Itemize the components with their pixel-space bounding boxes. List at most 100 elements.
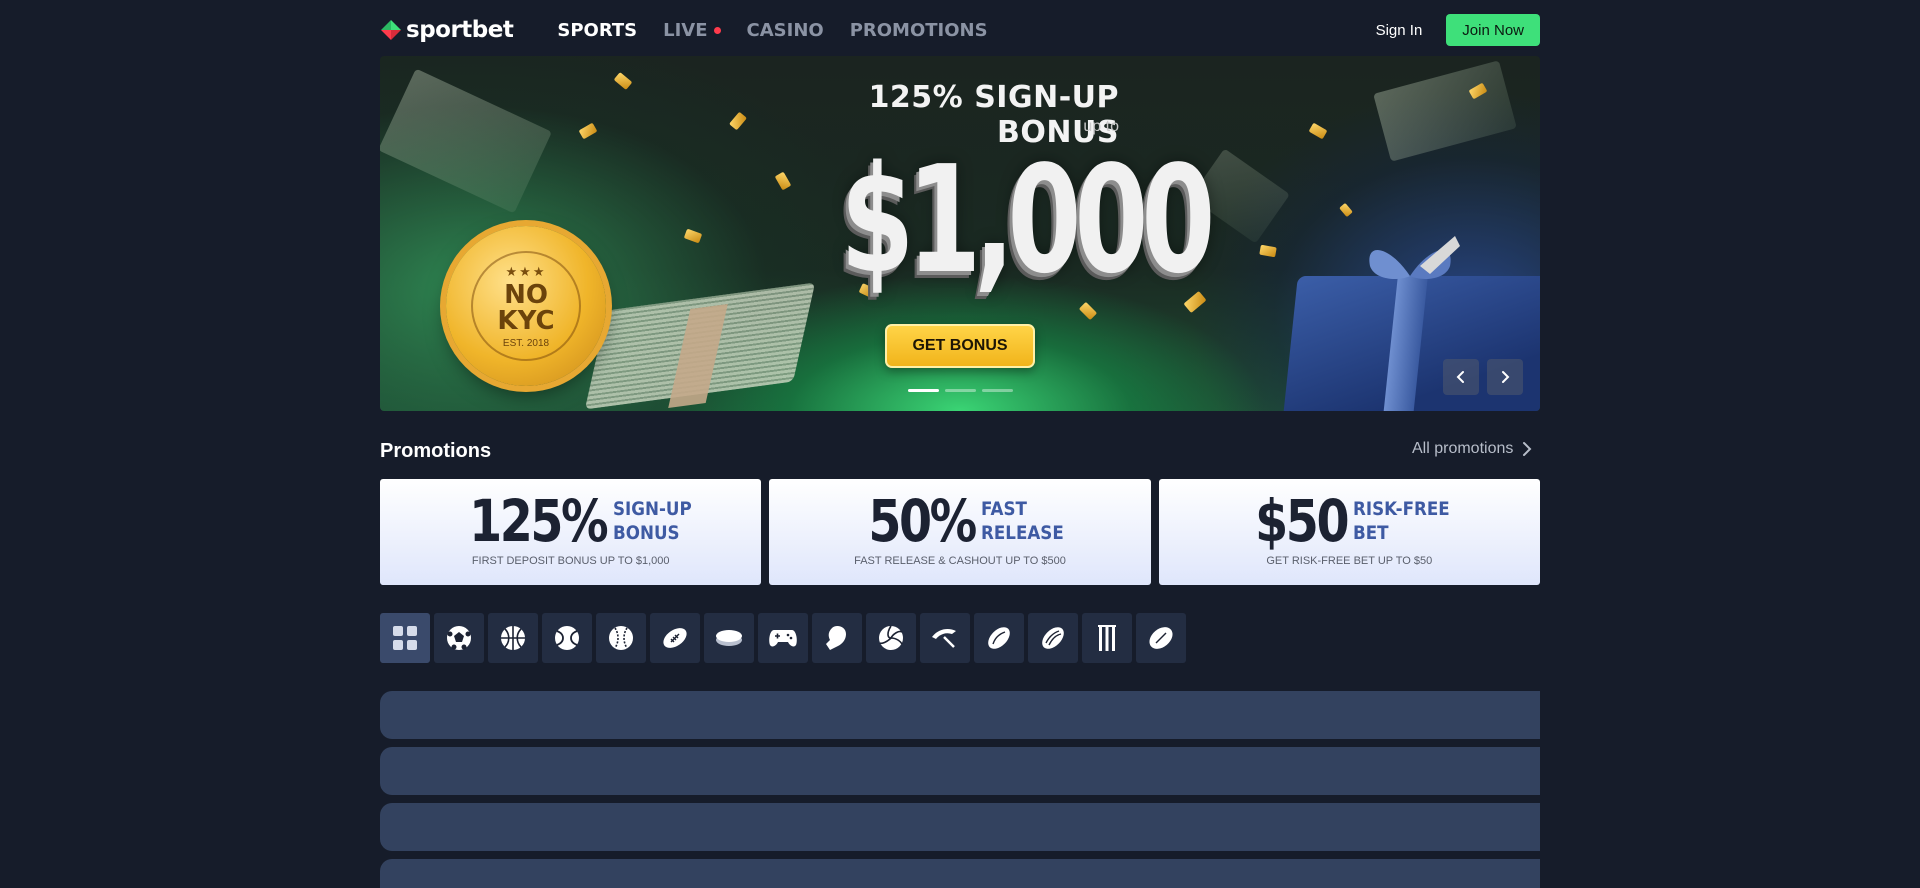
sport-filter-rugby-union[interactable] xyxy=(1028,613,1078,663)
sportbet-logo[interactable]: sportbet xyxy=(380,15,514,45)
sport-filter-tennis[interactable] xyxy=(542,613,592,663)
sport-filter-aussie-rules[interactable] xyxy=(1136,613,1186,663)
nav-casino-label: CASINO xyxy=(746,19,824,41)
sport-filter-boxing[interactable] xyxy=(812,613,862,663)
volleyball-icon xyxy=(879,625,903,650)
promotion-cards: 125% SIGN-UP BONUS FIRST DEPOSIT BONUS UP… xyxy=(380,479,1540,585)
logo-wordmark: sportbet xyxy=(406,17,514,43)
promotions-heading: Promotions xyxy=(380,440,492,462)
nav-sports-label: SPORTS xyxy=(557,19,638,41)
gift-bow-icon xyxy=(1369,236,1460,279)
loading-skeleton-row xyxy=(380,691,1540,739)
badge-inner-ring: ★★★ NO KYC EST. 2018 xyxy=(471,251,581,361)
promo-card-title-line1: SIGN-UP xyxy=(612,498,692,520)
join-now-button[interactable]: Join Now xyxy=(1446,14,1540,46)
nav-casino[interactable]: CASINO xyxy=(747,20,824,41)
american-football-icon xyxy=(663,628,687,648)
promo-card-row: 125% SIGN-UP BONUS xyxy=(380,487,761,555)
carousel-dot[interactable] xyxy=(982,389,1013,392)
decor-confetti xyxy=(774,171,792,191)
nav-promotions-label: PROMOTIONS xyxy=(849,19,988,41)
promo-card-description: FIRST DEPOSIT BONUS UP TO $1,000 xyxy=(471,555,670,567)
baseball-icon xyxy=(609,626,633,650)
decor-confetti xyxy=(578,122,598,140)
nav-live[interactable]: LIVE xyxy=(663,19,721,41)
sport-filter-all[interactable] xyxy=(380,613,430,663)
tennis-icon xyxy=(555,626,579,650)
boxing-glove-icon xyxy=(826,626,846,650)
sport-filter-skiing[interactable] xyxy=(920,613,970,663)
sport-filter-soccer[interactable] xyxy=(434,613,484,663)
carousel-dots xyxy=(908,389,1013,392)
badge-stars-icon: ★★★ xyxy=(505,263,547,279)
carousel-dot[interactable] xyxy=(945,389,976,392)
loading-skeleton-row xyxy=(380,803,1540,851)
rugby-league-icon xyxy=(988,627,1010,649)
esports-controller-icon xyxy=(769,630,797,647)
soccer-icon xyxy=(447,626,471,650)
live-indicator-dot xyxy=(713,27,721,34)
chevron-right-icon xyxy=(1523,442,1532,456)
basketball-icon xyxy=(501,626,525,650)
decor-confetti xyxy=(1308,122,1328,140)
promo-card-title: SIGN-UP BONUS xyxy=(613,497,692,545)
nav-promotions[interactable]: PROMOTIONS xyxy=(850,20,988,41)
chevron-right-icon xyxy=(1502,371,1510,383)
promo-card-value: 125% xyxy=(469,487,609,555)
promo-card-title-line1: RISK-FREE xyxy=(1353,498,1451,520)
banner-amount: $1,000 xyxy=(840,134,1215,306)
sport-filter-basketball[interactable] xyxy=(488,613,538,663)
sport-filter-rugby-league[interactable] xyxy=(974,613,1024,663)
promo-card-value: 50% xyxy=(868,487,977,555)
promo-card-description: FAST RELEASE & CASHOUT UP TO $500 xyxy=(854,555,1066,567)
chevron-left-icon xyxy=(1456,371,1464,383)
sign-in-button[interactable]: Sign In xyxy=(1376,22,1423,39)
promo-card-title-line2: BONUS xyxy=(612,522,680,544)
decor-confetti xyxy=(613,72,633,90)
promo-card-fast-release[interactable]: 50% FAST RELEASE FAST RELEASE & CASHOUT U… xyxy=(769,479,1151,585)
logo-diamond-icon xyxy=(381,20,401,40)
hockey-puck-icon xyxy=(716,630,742,646)
all-promotions-label: All promotions xyxy=(1412,440,1514,457)
header-actions: Sign In Join Now xyxy=(1376,14,1540,46)
promo-card-value: $50 xyxy=(1255,487,1349,555)
promo-card-description: GET RISK-FREE BET UP TO $50 xyxy=(1266,555,1433,567)
decor-bill xyxy=(380,68,552,214)
sports-filter-bar xyxy=(380,613,1186,663)
promo-card-title-line1: FAST xyxy=(980,498,1027,520)
carousel-prev-button[interactable] xyxy=(1443,359,1479,395)
cricket-icon xyxy=(1098,625,1116,651)
sport-filter-esports[interactable] xyxy=(758,613,808,663)
promo-card-row: 50% FAST RELEASE xyxy=(769,487,1150,555)
decor-confetti xyxy=(1259,244,1277,258)
promo-card-title-line2: RELEASE xyxy=(980,522,1064,544)
sport-filter-cricket[interactable] xyxy=(1082,613,1132,663)
promo-card-title-line2: BET xyxy=(1353,522,1389,544)
aussie-rules-icon xyxy=(1149,627,1173,649)
carousel-next-button[interactable] xyxy=(1487,359,1523,395)
sport-filter-american-football[interactable] xyxy=(650,613,700,663)
loading-skeleton-row xyxy=(380,859,1540,888)
all-promotions-link[interactable]: All promotions xyxy=(1412,440,1533,458)
decor-confetti xyxy=(729,111,747,131)
hero-banner[interactable]: ★★★ NO KYC EST. 2018 125% SIGN-UP BONUS … xyxy=(380,56,1540,411)
promo-card-title: FAST RELEASE xyxy=(981,497,1064,545)
promo-card-row: $50 RISK-FREE BET xyxy=(1159,487,1540,555)
sport-filter-hockey[interactable] xyxy=(704,613,754,663)
promo-card-signup-bonus[interactable]: 125% SIGN-UP BONUS FIRST DEPOSIT BONUS UP… xyxy=(380,479,762,585)
decor-confetti xyxy=(683,228,703,244)
sport-filter-volleyball[interactable] xyxy=(866,613,916,663)
promo-card-title: RISK-FREE BET xyxy=(1353,497,1450,545)
no-kyc-badge: ★★★ NO KYC EST. 2018 xyxy=(446,226,606,386)
top-header: sportbet SPORTS LIVE CASINO PROMOTIONS S… xyxy=(380,0,1540,60)
badge-est: EST. 2018 xyxy=(502,337,550,349)
badge-line-2: KYC xyxy=(497,305,555,336)
nav-sports[interactable]: SPORTS xyxy=(557,20,637,41)
nav-live-label: LIVE xyxy=(663,19,708,41)
loading-skeleton-row xyxy=(380,747,1540,795)
promo-card-risk-free-bet[interactable]: $50 RISK-FREE BET GET RISK-FREE BET UP TO… xyxy=(1158,479,1540,585)
get-bonus-button[interactable]: GET BONUS xyxy=(885,324,1035,368)
ski-jump-icon xyxy=(932,629,956,648)
sport-filter-baseball[interactable] xyxy=(596,613,646,663)
carousel-dot[interactable] xyxy=(908,389,939,392)
